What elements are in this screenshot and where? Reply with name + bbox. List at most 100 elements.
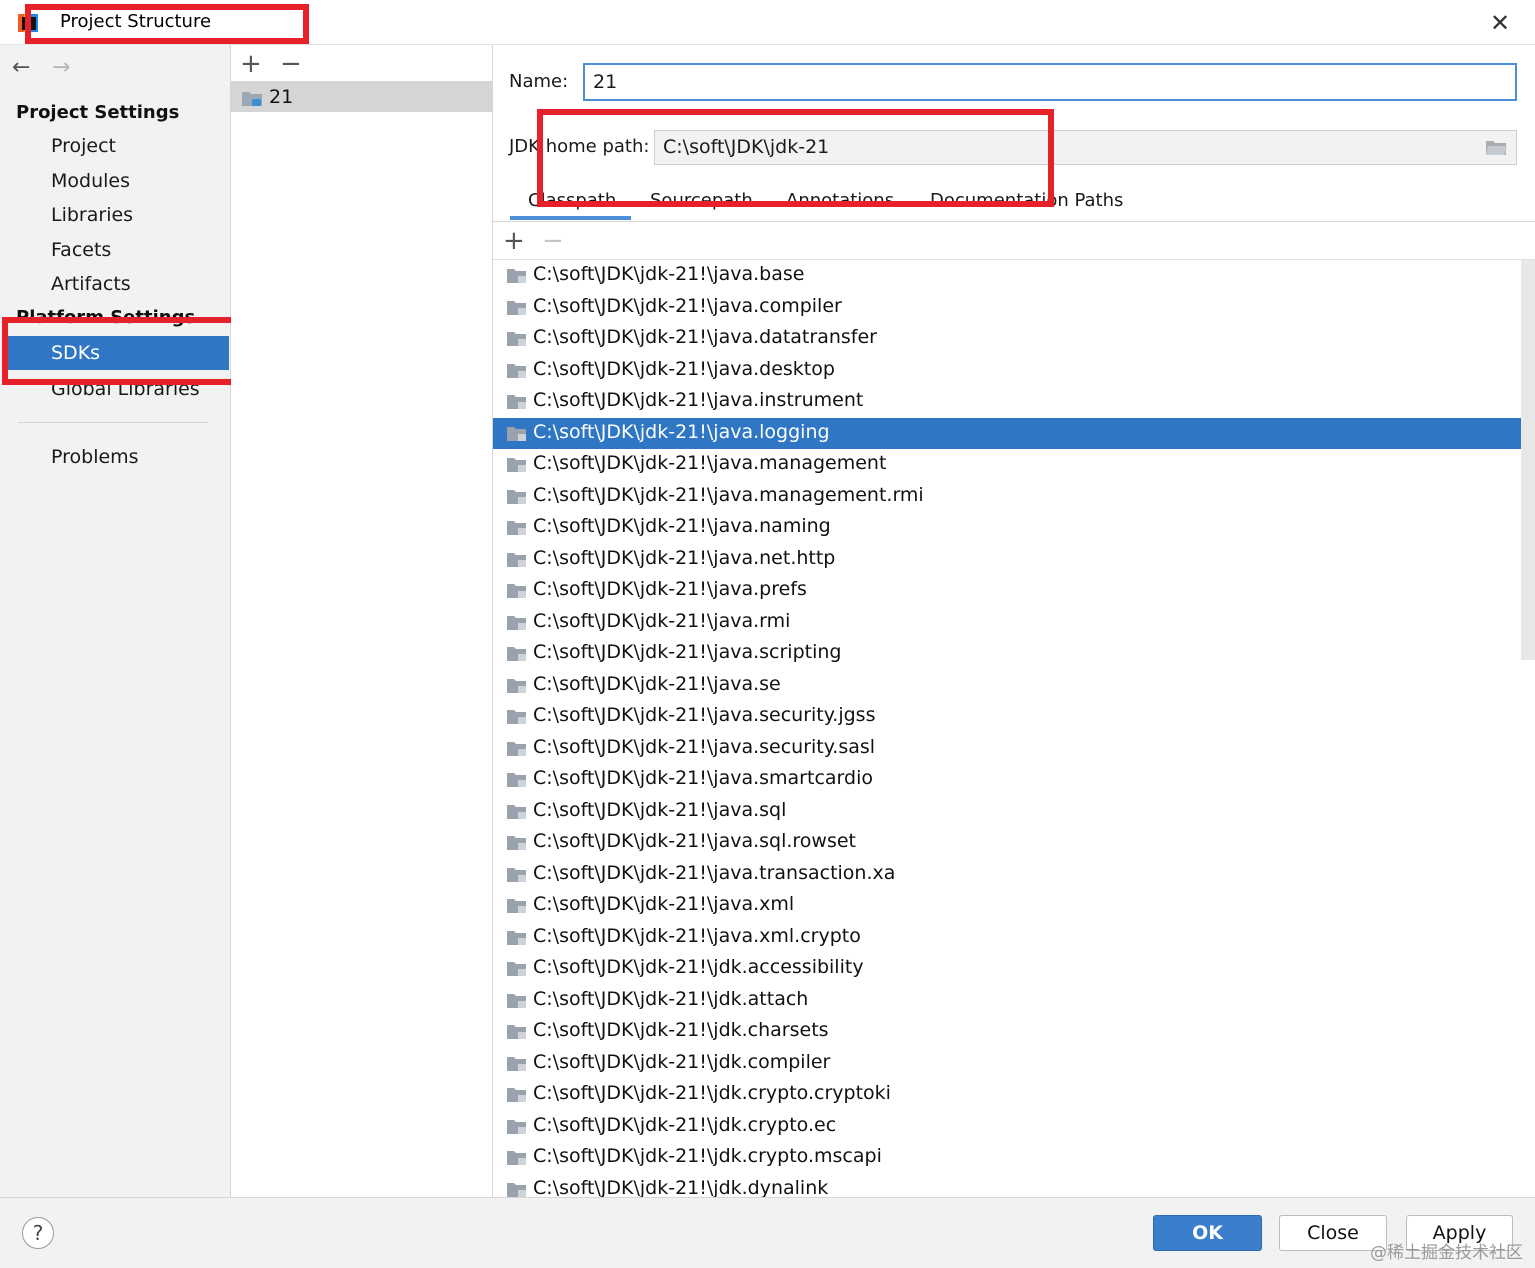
- jar-folder-icon: [507, 615, 526, 630]
- classpath-entry: C:\soft\JDK\jdk-21!\java.logging: [533, 420, 830, 443]
- jar-folder-icon: [507, 521, 526, 535]
- add-classpath-button[interactable]: +: [503, 228, 525, 254]
- classpath-row[interactable]: C:\soft\JDK\jdk-21!\jdk.attach: [493, 985, 1521, 1016]
- active-tab-indicator: [510, 216, 631, 220]
- sidebar-item-sdks[interactable]: SDKs: [8, 336, 229, 370]
- sidebar-item-artifacts[interactable]: Artifacts: [0, 267, 230, 301]
- sdk-name-input[interactable]: 21: [583, 63, 1517, 101]
- jar-folder-icon: [507, 1056, 526, 1071]
- classpath-entry: C:\soft\JDK\jdk-21!\jdk.crypto.cryptoki: [533, 1082, 891, 1104]
- classpath-entry: C:\soft\JDK\jdk-21!\java.security.sasl: [533, 735, 876, 758]
- classpath-entry: C:\soft\JDK\jdk-21!\java.transaction.xa: [533, 861, 896, 884]
- back-arrow-icon[interactable]: ←: [12, 55, 30, 80]
- classpath-row[interactable]: C:\soft\JDK\jdk-21!\java.base: [493, 260, 1521, 291]
- classpath-row[interactable]: C:\soft\JDK\jdk-21!\java.transaction.xa: [493, 859, 1521, 890]
- add-sdk-button[interactable]: +: [240, 51, 262, 77]
- classpath-row[interactable]: C:\soft\JDK\jdk-21!\jdk.crypto.cryptoki: [493, 1079, 1521, 1110]
- tab-classpath[interactable]: Classpath: [528, 190, 616, 211]
- help-button[interactable]: ?: [22, 1217, 54, 1249]
- classpath-row[interactable]: C:\soft\JDK\jdk-21!\java.scripting: [493, 638, 1521, 669]
- jar-folder-icon: [507, 678, 526, 693]
- classpath-row[interactable]: C:\soft\JDK\jdk-21!\java.xml: [493, 890, 1521, 921]
- classpath-row[interactable]: C:\soft\JDK\jdk-21!\java.desktop: [493, 355, 1521, 386]
- classpath-entry: C:\soft\JDK\jdk-21!\java.base: [533, 263, 805, 285]
- forward-arrow-icon[interactable]: →: [52, 55, 70, 80]
- sidebar-item-facets[interactable]: Facets: [0, 233, 230, 267]
- classpath-row[interactable]: C:\soft\JDK\jdk-21!\jdk.accessibility: [493, 953, 1521, 984]
- jar-folder-icon: [507, 489, 526, 504]
- classpath-row[interactable]: C:\soft\JDK\jdk-21!\java.rmi: [493, 607, 1521, 638]
- classpath-row[interactable]: C:\soft\JDK\jdk-21!\java.logging: [493, 417, 1521, 449]
- sidebar-item-modules[interactable]: Modules: [0, 164, 230, 198]
- jar-folder-icon: [507, 867, 526, 882]
- classpath-row[interactable]: C:\soft\JDK\jdk-21!\java.se: [493, 670, 1521, 701]
- classpath-row[interactable]: C:\soft\JDK\jdk-21!\java.naming: [493, 512, 1521, 543]
- jar-folder-icon: [507, 647, 526, 661]
- jar-folder-icon: [507, 584, 526, 598]
- jar-folder-icon: [507, 899, 526, 913]
- sidebar-item-problems[interactable]: Problems: [0, 440, 230, 474]
- sidebar-item-libraries[interactable]: Libraries: [0, 198, 230, 232]
- sidebar-divider: [18, 422, 208, 423]
- classpath-row[interactable]: C:\soft\JDK\jdk-21!\java.sql.rowset: [493, 827, 1521, 858]
- classpath-entry: C:\soft\JDK\jdk-21!\java.xml.crypto: [533, 924, 861, 947]
- jar-folder-icon: [507, 930, 526, 945]
- tab-documentation-paths[interactable]: Documentation Paths: [930, 190, 1123, 211]
- classpath-entry: C:\soft\JDK\jdk-21!\java.xml: [533, 893, 795, 915]
- classpath-row[interactable]: C:\soft\JDK\jdk-21!\java.xml.crypto: [493, 922, 1521, 953]
- classpath-entry: C:\soft\JDK\jdk-21!\java.datatransfer: [533, 326, 877, 348]
- remove-classpath-button[interactable]: −: [542, 228, 564, 254]
- classpath-toolbar: [493, 222, 1535, 260]
- classpath-row[interactable]: C:\soft\JDK\jdk-21!\java.net.http: [493, 544, 1521, 575]
- classpath-entry: C:\soft\JDK\jdk-21!\java.instrument: [533, 389, 864, 411]
- classpath-row[interactable]: C:\soft\JDK\jdk-21!\java.management: [493, 449, 1521, 480]
- tab-annotations[interactable]: Annotations: [786, 190, 894, 211]
- jar-folder-icon: [507, 836, 526, 850]
- classpath-entry: C:\soft\JDK\jdk-21!\jdk.crypto.ec: [533, 1113, 837, 1136]
- classpath-entry: C:\soft\JDK\jdk-21!\java.sql.rowset: [533, 830, 857, 852]
- jar-folder-icon: [507, 458, 526, 472]
- sidebar-item-global-libraries[interactable]: Global Libraries: [0, 372, 230, 406]
- jar-folder-icon: [507, 332, 526, 346]
- classpath-list: C:\soft\JDK\jdk-21!\java.base C:\soft\JDK…: [493, 260, 1521, 1197]
- classpath-entry: C:\soft\JDK\jdk-21!\java.scripting: [533, 641, 842, 663]
- window-title: Project Structure: [60, 11, 212, 32]
- scrollbar[interactable]: [1521, 260, 1535, 660]
- classpath-row[interactable]: C:\soft\JDK\jdk-21!\java.security.sasl: [493, 733, 1521, 764]
- project-settings-heading: Project Settings: [16, 102, 180, 123]
- platform-settings-heading: Platform Settings: [16, 307, 196, 328]
- classpath-entry: C:\soft\JDK\jdk-21!\java.management: [533, 452, 887, 474]
- jar-folder-icon: [507, 962, 526, 976]
- classpath-row[interactable]: C:\soft\JDK\jdk-21!\java.instrument: [493, 386, 1521, 417]
- classpath-row[interactable]: C:\soft\JDK\jdk-21!\java.compiler: [493, 292, 1521, 323]
- browse-folder-icon[interactable]: [1485, 139, 1507, 156]
- classpath-entry: C:\soft\JDK\jdk-21!\java.management.rmi: [533, 483, 924, 506]
- classpath-row[interactable]: C:\soft\JDK\jdk-21!\java.prefs: [493, 575, 1521, 606]
- classpath-entry: C:\soft\JDK\jdk-21!\java.sql: [533, 798, 787, 821]
- jar-folder-icon: [507, 993, 526, 1008]
- remove-sdk-button[interactable]: −: [280, 51, 302, 77]
- classpath-entry: C:\soft\JDK\jdk-21!\jdk.crypto.mscapi: [533, 1145, 882, 1167]
- classpath-row[interactable]: C:\soft\JDK\jdk-21!\java.security.jgss: [493, 701, 1521, 732]
- classpath-row[interactable]: C:\soft\JDK\jdk-21!\jdk.charsets: [493, 1016, 1521, 1047]
- classpath-row[interactable]: C:\soft\JDK\jdk-21!\java.management.rmi: [493, 481, 1521, 512]
- classpath-row[interactable]: C:\soft\JDK\jdk-21!\java.sql: [493, 796, 1521, 827]
- classpath-row[interactable]: C:\soft\JDK\jdk-21!\jdk.compiler: [493, 1048, 1521, 1079]
- ok-button[interactable]: OK: [1153, 1215, 1262, 1251]
- tab-sourcepath[interactable]: Sourcepath: [650, 190, 753, 211]
- sdk-list-pane: [231, 45, 493, 1197]
- sidebar-item-project[interactable]: Project: [0, 129, 230, 163]
- close-window-icon[interactable]: ✕: [1484, 9, 1516, 37]
- classpath-entry: C:\soft\JDK\jdk-21!\java.compiler: [533, 294, 842, 317]
- jar-folder-icon: [507, 1025, 526, 1039]
- jdk-home-path-field[interactable]: C:\soft\JDK\jdk-21: [654, 130, 1517, 165]
- classpath-row[interactable]: C:\soft\JDK\jdk-21!\jdk.crypto.mscapi: [493, 1142, 1521, 1173]
- classpath-row[interactable]: C:\soft\JDK\jdk-21!\java.datatransfer: [493, 323, 1521, 354]
- classpath-row[interactable]: C:\soft\JDK\jdk-21!\jdk.crypto.ec: [493, 1111, 1521, 1142]
- classpath-entry: C:\soft\JDK\jdk-21!\java.security.jgss: [533, 704, 876, 726]
- jdk-home-path-label: JDK home path:: [509, 136, 650, 157]
- jar-folder-icon: [507, 552, 526, 567]
- jar-folder-icon: [507, 741, 526, 756]
- classpath-row[interactable]: C:\soft\JDK\jdk-21!\jdk.dynalink: [493, 1174, 1521, 1197]
- classpath-row[interactable]: C:\soft\JDK\jdk-21!\java.smartcardio: [493, 764, 1521, 795]
